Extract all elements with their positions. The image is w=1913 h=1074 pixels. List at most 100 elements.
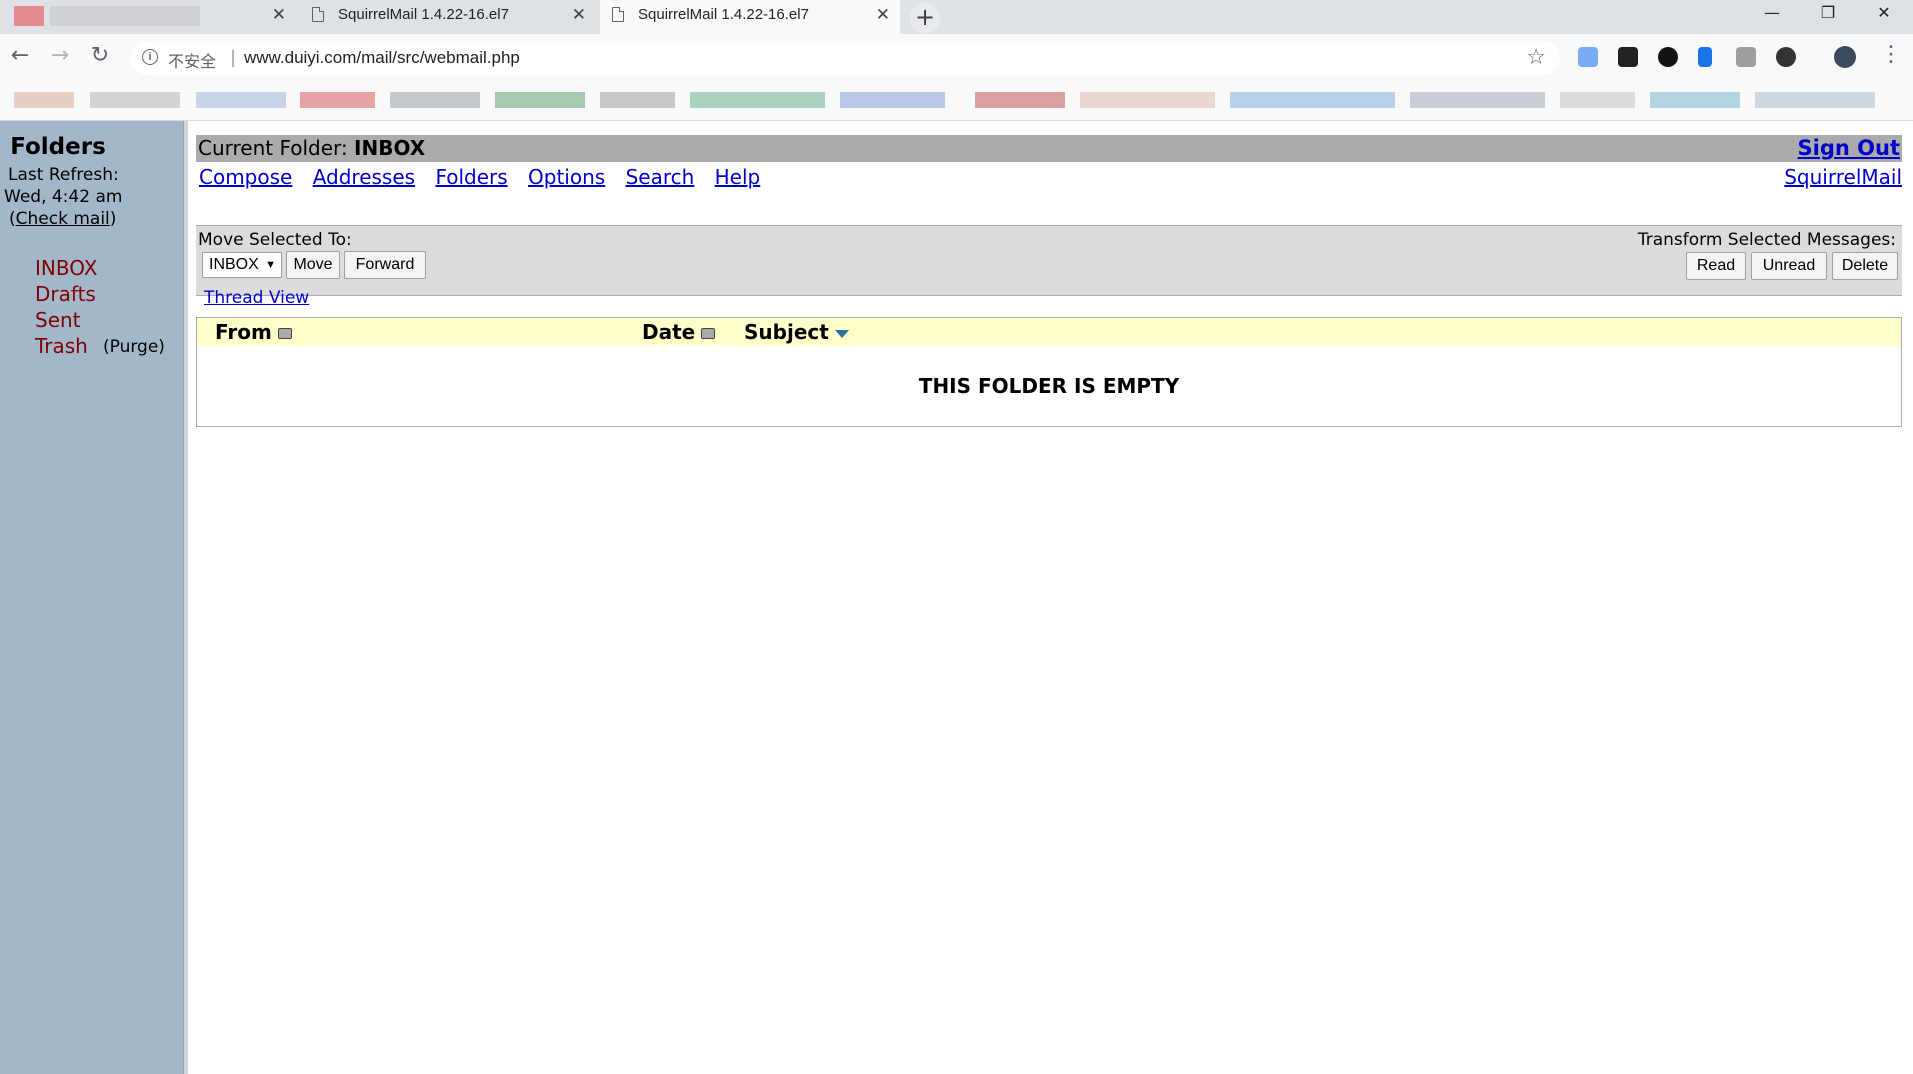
addresses-link[interactable]: Addresses xyxy=(313,165,415,189)
bookmark-item[interactable] xyxy=(1650,92,1740,108)
move-target-select[interactable]: INBOX ▼ xyxy=(202,252,282,278)
window-close-icon[interactable]: ✕ xyxy=(1856,0,1912,30)
translate-extension-icon[interactable] xyxy=(1578,47,1598,67)
bookmark-item[interactable] xyxy=(690,92,825,108)
folder-sent[interactable]: Sent xyxy=(35,308,81,332)
column-from[interactable]: From xyxy=(215,320,292,344)
bookmark-item[interactable] xyxy=(600,92,675,108)
column-from-label: From xyxy=(215,320,272,344)
bookmark-item[interactable] xyxy=(14,92,74,108)
security-label[interactable]: 不安全 xyxy=(168,48,216,72)
tab-squirrelmail-1[interactable]: SquirrelMail 1.4.22-16.el7 ✕ xyxy=(300,0,596,34)
dropdown-arrow-icon: ▼ xyxy=(265,259,276,271)
bookmark-item[interactable] xyxy=(1560,92,1635,108)
current-folder-label: Current Folder: xyxy=(198,136,355,160)
folders-title: Folders xyxy=(10,134,106,160)
purge-link[interactable]: (Purge) xyxy=(103,337,165,357)
tab-squirrelmail-2[interactable]: SquirrelMail 1.4.22-16.el7 ✕ xyxy=(600,0,900,34)
options-link[interactable]: Options xyxy=(528,165,605,189)
back-icon[interactable]: ← xyxy=(6,42,34,70)
document-icon xyxy=(612,7,624,22)
bookmark-item[interactable] xyxy=(1080,92,1215,108)
bookmark-item[interactable] xyxy=(975,92,1065,108)
forward-icon[interactable]: → xyxy=(46,42,74,70)
main-nav: Compose Addresses Folders Options Search… xyxy=(199,165,774,189)
mailbox-pane: Current Folder: INBOX Sign Out Compose A… xyxy=(188,121,1913,1074)
check-mail: (Check mail) xyxy=(9,209,116,229)
bookmark-item[interactable] xyxy=(390,92,480,108)
check-mail-paren-close: ) xyxy=(109,209,117,229)
separator: | xyxy=(230,47,237,68)
column-date[interactable]: Date xyxy=(642,320,716,344)
info-icon[interactable]: i xyxy=(142,49,158,65)
message-actions-bar: Move Selected To: INBOX ▼ Move Forward T… xyxy=(196,225,1902,296)
mark-unread-button[interactable]: Unread xyxy=(1751,252,1827,280)
document-icon xyxy=(312,7,324,22)
sign-out-link[interactable]: Sign Out xyxy=(1798,136,1900,160)
tab-blurred[interactable]: ✕ xyxy=(0,0,296,34)
extension-icon[interactable] xyxy=(1658,47,1678,67)
last-refresh-time: Wed, 4:42 am xyxy=(4,187,123,207)
column-subject[interactable]: Subject xyxy=(744,320,849,344)
new-tab-button[interactable]: + xyxy=(910,3,940,33)
folder-sidebar: Folders Last Refresh: Wed, 4:42 am (Chec… xyxy=(0,121,183,1074)
tab-close-icon[interactable]: ✕ xyxy=(876,0,890,30)
browser-menu-icon[interactable]: ⋮ xyxy=(1880,42,1902,67)
column-date-label: Date xyxy=(642,320,696,344)
transform-selected-label: Transform Selected Messages: xyxy=(1637,230,1896,250)
browser-tab-strip: ✕ SquirrelMail 1.4.22-16.el7 ✕ SquirrelM… xyxy=(0,0,1913,34)
tab-close-icon[interactable]: ✕ xyxy=(572,0,586,30)
bookmark-item[interactable] xyxy=(1755,92,1875,108)
bookmark-star-icon[interactable]: ☆ xyxy=(1526,45,1546,70)
extension-icon[interactable] xyxy=(1698,47,1712,67)
extension-icon[interactable] xyxy=(1618,47,1638,67)
minimize-icon[interactable]: — xyxy=(1744,0,1800,30)
restore-icon[interactable]: ❐ xyxy=(1800,0,1856,30)
move-button[interactable]: Move xyxy=(286,251,340,279)
compose-link[interactable]: Compose xyxy=(199,165,292,189)
bookmarks-bar xyxy=(0,84,1913,121)
tab-title: SquirrelMail 1.4.22-16.el7 xyxy=(638,6,809,23)
browser-toolbar: ← → ↻ i 不安全 | www.duiyi.com/mail/src/web… xyxy=(0,34,1913,84)
check-mail-paren-open: ( xyxy=(9,209,16,229)
current-folder-name: INBOX xyxy=(354,136,426,160)
forward-button[interactable]: Forward xyxy=(344,251,426,279)
last-refresh-label: Last Refresh: xyxy=(8,165,119,185)
profile-avatar[interactable] xyxy=(1834,46,1856,68)
reload-icon[interactable]: ↻ xyxy=(86,42,114,70)
sort-icon[interactable] xyxy=(701,328,716,339)
tab-close-icon[interactable]: ✕ xyxy=(272,0,286,30)
move-target-value: INBOX xyxy=(209,256,259,273)
search-link[interactable]: Search xyxy=(626,165,695,189)
bookmark-item[interactable] xyxy=(495,92,585,108)
help-link[interactable]: Help xyxy=(715,165,761,189)
check-mail-link[interactable]: Check mail xyxy=(16,209,110,229)
address-bar[interactable]: i 不安全 | www.duiyi.com/mail/src/webmail.p… xyxy=(130,41,1560,75)
empty-folder-message: THIS FOLDER IS EMPTY xyxy=(918,374,1180,398)
folder-trash[interactable]: Trash xyxy=(35,334,88,358)
bookmark-item[interactable] xyxy=(1230,92,1395,108)
message-list: From Date Subject THIS FOLDER IS EMPTY xyxy=(196,317,1902,427)
folder-inbox[interactable]: INBOX xyxy=(35,256,97,280)
sort-descending-icon[interactable] xyxy=(834,329,849,338)
url-text[interactable]: www.duiyi.com/mail/src/webmail.php xyxy=(244,48,520,68)
message-list-header: From Date Subject xyxy=(197,318,1901,346)
sort-icon[interactable] xyxy=(277,328,292,339)
extension-icon[interactable] xyxy=(1776,47,1796,67)
mark-read-button[interactable]: Read xyxy=(1686,252,1746,280)
tab-title: SquirrelMail 1.4.22-16.el7 xyxy=(338,6,509,23)
column-subject-label: Subject xyxy=(744,320,829,344)
folders-link[interactable]: Folders xyxy=(435,165,507,189)
bookmark-item[interactable] xyxy=(196,92,286,108)
bookmark-item[interactable] xyxy=(840,92,945,108)
squirrelmail-link[interactable]: SquirrelMail xyxy=(1784,165,1902,189)
bookmark-item[interactable] xyxy=(90,92,180,108)
thread-view-link[interactable]: Thread View xyxy=(204,288,309,308)
delete-button[interactable]: Delete xyxy=(1832,252,1898,280)
move-selected-label: Move Selected To: xyxy=(198,230,352,250)
bookmark-item[interactable] xyxy=(300,92,375,108)
bookmark-item[interactable] xyxy=(1410,92,1545,108)
current-folder: Current Folder: INBOX xyxy=(198,136,425,160)
folder-drafts[interactable]: Drafts xyxy=(35,282,96,306)
download-extension-icon[interactable] xyxy=(1736,47,1756,67)
